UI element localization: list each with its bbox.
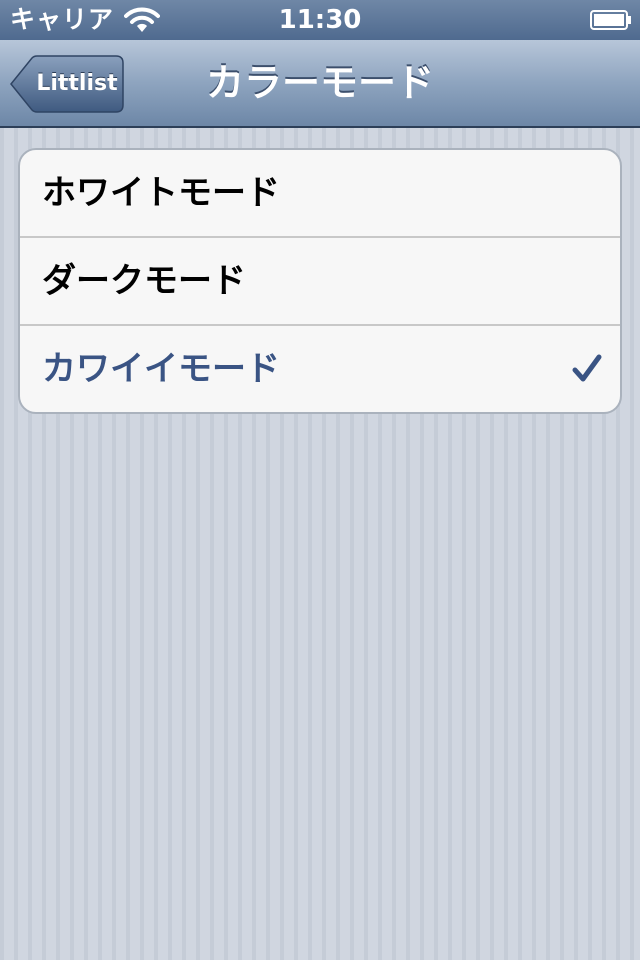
back-button[interactable]: Littlist	[10, 55, 124, 113]
list-item-label: カワイイモード	[42, 349, 280, 389]
status-time: 11:30	[278, 5, 362, 35]
list-item-label: ダークモード	[42, 261, 246, 301]
status-bar: キャリア 11:30	[0, 0, 640, 40]
list-item-label: ホワイトモード	[42, 173, 280, 213]
list-item-white-mode[interactable]: ホワイトモード	[20, 150, 620, 238]
checkmark-icon	[572, 354, 602, 382]
page-title: カラーモード	[205, 61, 434, 105]
back-button-label: Littlist	[36, 71, 118, 96]
list-item-dark-mode[interactable]: ダークモード	[20, 238, 620, 326]
list-item-kawaii-mode[interactable]: カワイイモード	[20, 326, 620, 412]
navigation-bar: Littlist カラーモード	[0, 40, 640, 128]
color-mode-list: ホワイトモード ダークモード カワイイモード	[18, 148, 622, 414]
battery-icon	[590, 10, 631, 30]
